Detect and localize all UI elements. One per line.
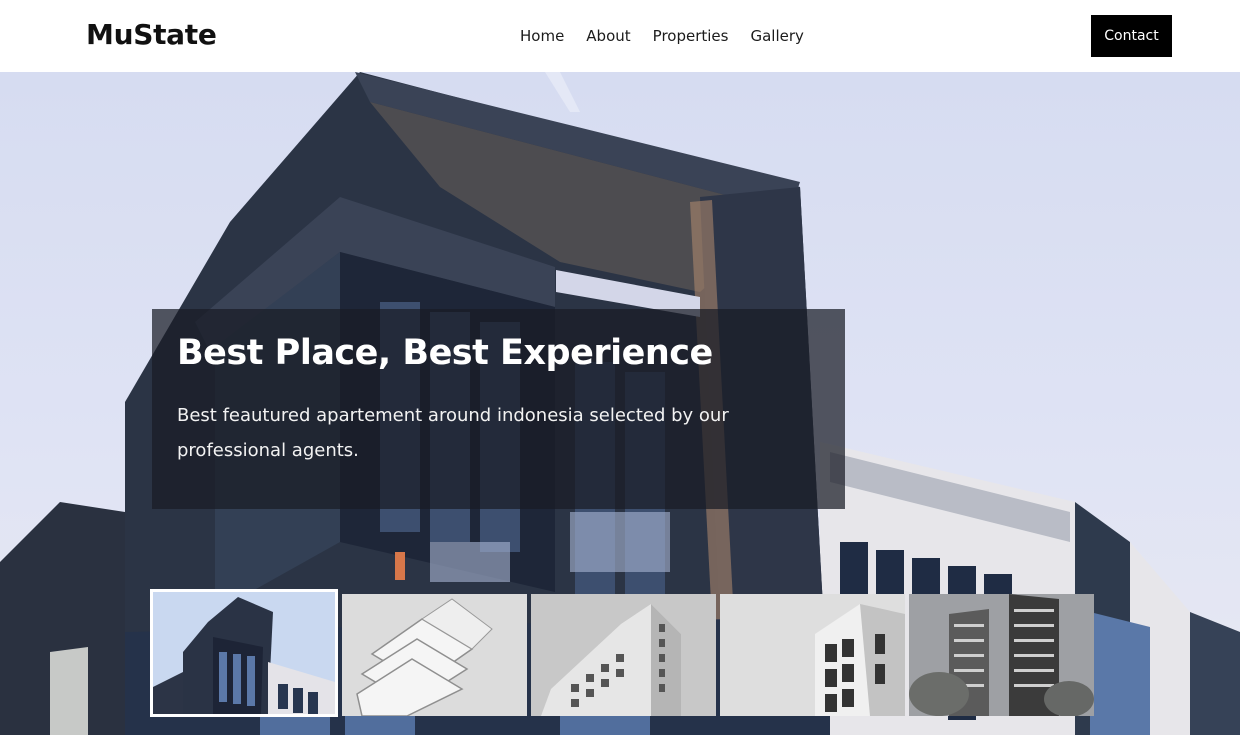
hero-section: Best Place, Best Experience Best feautur… [0,72,1240,735]
thumbnail-4[interactable] [720,594,905,716]
thumbnail-1[interactable] [150,589,338,717]
brand-logo[interactable]: MuState [86,18,217,51]
site-header: MuState Home About Properties Gallery Co… [0,0,1240,72]
building-photo-1-icon [153,592,335,714]
hero-description: Best feautured apartement around indones… [177,405,729,461]
building-photo-5-icon [909,594,1094,716]
nav-link-gallery[interactable]: Gallery [750,26,803,46]
gallery-thumbnails [150,589,1094,717]
thumbnail-3[interactable] [531,594,716,716]
building-photo-3-icon [531,594,716,716]
thumbnail-2[interactable] [342,594,527,716]
building-photo-4-icon [720,594,905,716]
nav-link-properties[interactable]: Properties [653,26,729,46]
nav-link-home[interactable]: Home [520,26,564,46]
building-photo-2-icon [342,594,527,716]
nav-link-about[interactable]: About [586,26,630,46]
contact-button[interactable]: Contact [1091,15,1172,57]
thumbnail-5[interactable] [909,594,1094,716]
hero-title: Best Place, Best Experience [177,333,713,373]
hero-caption: Best Place, Best Experience Best feautur… [152,309,845,509]
main-nav: Home About Properties Gallery [520,26,804,46]
